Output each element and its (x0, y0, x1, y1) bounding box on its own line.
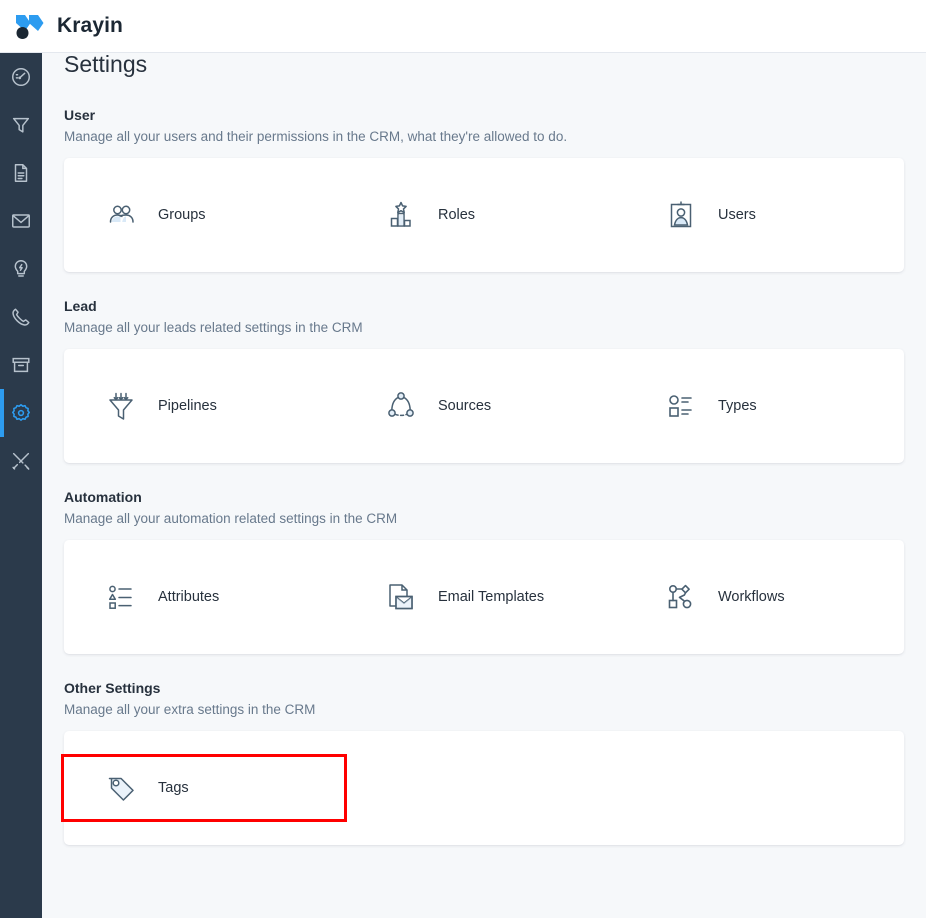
settings-tile-pipelines[interactable]: Pipelines (64, 375, 344, 437)
shapes-list-icon (664, 389, 698, 423)
section-title: User (64, 107, 96, 123)
workflow-nodes-icon (664, 580, 698, 614)
funnel-icon (10, 114, 32, 136)
share-nodes-icon (384, 389, 418, 423)
settings-content-area: Settings User Manage all your users and … (42, 53, 926, 918)
sidebar-item-settings[interactable] (0, 389, 42, 437)
attribute-list-icon (104, 580, 138, 614)
settings-tile-tags[interactable]: Tags (61, 754, 347, 822)
left-icon-sidebar (0, 53, 42, 918)
settings-tile-users[interactable]: Users (624, 184, 904, 246)
settings-tile-label: Types (717, 398, 757, 414)
settings-tile-label: Groups (158, 207, 206, 223)
section-automation: Automation Manage all your automation re… (64, 489, 904, 654)
archive-box-icon (10, 354, 32, 376)
funnel-arrows-icon (104, 389, 138, 423)
section-description: Manage all your automation related setti… (64, 511, 398, 526)
lightbulb-icon (10, 258, 32, 280)
settings-tile-label: Pipelines (158, 398, 217, 414)
krayin-diamond-logo-icon (14, 11, 48, 41)
brand-logo-link[interactable]: Krayin (14, 11, 123, 41)
settings-tile-workflows[interactable]: Workflows (624, 566, 904, 628)
section-title: Other Settings (64, 680, 161, 696)
settings-tile-label: Attributes (158, 589, 220, 605)
sidebar-item-quotes[interactable] (0, 149, 42, 197)
settings-tile-label: Tags (158, 780, 189, 796)
settings-tile-attributes[interactable]: Attributes (64, 566, 344, 628)
section-description: Manage all your leads related settings i… (64, 320, 363, 335)
settings-tile-email-templates[interactable]: Email Templates (344, 566, 624, 628)
section-other-settings: Other Settings Manage all your extra set… (61, 680, 904, 845)
gear-icon (10, 402, 32, 424)
speedometer-icon (10, 66, 32, 88)
sidebar-item-products[interactable] (0, 341, 42, 389)
settings-tile-label: Users (717, 207, 756, 223)
sidebar-item-mail[interactable] (0, 197, 42, 245)
envelope-icon (10, 210, 32, 232)
document-envelope-icon (384, 580, 418, 614)
people-group-icon (104, 198, 138, 232)
section-card: Tags (61, 731, 904, 845)
document-icon (10, 162, 32, 184)
settings-tile-sources[interactable]: Sources (344, 375, 624, 437)
settings-tile-types[interactable]: Types (624, 375, 904, 437)
brand-name: Krayin (57, 14, 123, 37)
tag-icon (104, 771, 138, 805)
top-header-bar: Krayin (0, 0, 926, 53)
page-title: Settings (64, 53, 148, 77)
settings-tile-label: Email Templates (437, 589, 545, 605)
sidebar-item-contacts[interactable] (0, 293, 42, 341)
section-user: User Manage all your users and their per… (64, 107, 904, 272)
sidebar-item-configuration[interactable] (0, 437, 42, 485)
section-lead: Lead Manage all your leads related setti… (64, 298, 904, 463)
sidebar-item-activities[interactable] (0, 245, 42, 293)
settings-tile-groups[interactable]: Groups (64, 184, 344, 246)
tools-icon (10, 450, 32, 472)
section-description: Manage all your extra settings in the CR… (64, 702, 316, 717)
section-card: Pipelines Sources Types (64, 349, 904, 463)
section-title: Lead (64, 298, 97, 314)
settings-tile-label: Sources (437, 398, 492, 414)
settings-tile-label: Workflows (717, 589, 785, 605)
section-card: Attributes Email Templates Workflows (64, 540, 904, 654)
settings-tile-label: Roles (437, 207, 476, 223)
section-title: Automation (64, 489, 142, 505)
section-card: Groups Roles Users (64, 158, 904, 272)
id-badge-icon (664, 198, 698, 232)
phone-icon (10, 306, 32, 328)
sidebar-item-leads[interactable] (0, 101, 42, 149)
settings-tile-roles[interactable]: Roles (344, 184, 624, 246)
sidebar-item-dashboard[interactable] (0, 53, 42, 101)
section-description: Manage all your users and their permissi… (64, 129, 568, 144)
podium-star-icon (384, 198, 418, 232)
